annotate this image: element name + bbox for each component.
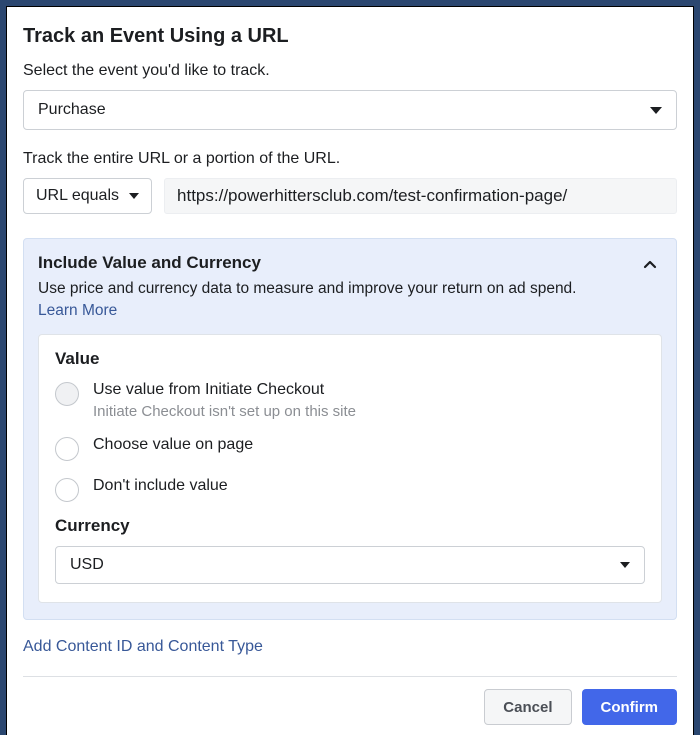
radio-icon [55, 382, 79, 406]
event-select-label: Select the event you'd like to track. [23, 62, 677, 80]
chevron-up-icon [642, 257, 658, 273]
radio-icon [55, 478, 79, 502]
panel-description: Use price and currency data to measure a… [38, 279, 642, 300]
url-match-value: URL equals [36, 187, 119, 205]
track-event-modal: Track an Event Using a URL Select the ev… [6, 6, 694, 735]
currency-value: USD [70, 556, 104, 574]
modal-footer: Cancel Confirm [23, 676, 677, 735]
currency-select[interactable]: USD [55, 546, 645, 584]
cancel-button[interactable]: Cancel [484, 689, 571, 725]
currency-label: Currency [55, 516, 645, 536]
panel-title: Include Value and Currency [38, 253, 642, 273]
option-label: Use value from Initiate Checkout [93, 381, 356, 399]
url-input[interactable] [164, 178, 677, 214]
option-label: Choose value on page [93, 436, 253, 454]
event-select[interactable]: Purchase [23, 90, 677, 130]
panel-body: Value Use value from Initiate Checkout I… [38, 334, 662, 603]
value-option-choose-on-page[interactable]: Choose value on page [55, 436, 645, 461]
modal-title: Track an Event Using a URL [23, 25, 677, 48]
value-option-initiate-checkout: Use value from Initiate Checkout Initiat… [55, 381, 645, 420]
url-section-label: Track the entire URL or a portion of the… [23, 150, 677, 168]
chevron-down-icon [620, 562, 630, 568]
confirm-button[interactable]: Confirm [582, 689, 678, 725]
panel-header[interactable]: Include Value and Currency Use price and… [38, 253, 662, 320]
add-content-link[interactable]: Add Content ID and Content Type [23, 638, 677, 656]
radio-icon [55, 437, 79, 461]
value-currency-panel: Include Value and Currency Use price and… [23, 238, 677, 620]
learn-more-link[interactable]: Learn More [38, 302, 117, 320]
url-match-select[interactable]: URL equals [23, 178, 152, 214]
value-label: Value [55, 349, 645, 369]
option-label: Don't include value [93, 477, 228, 495]
chevron-down-icon [129, 193, 139, 199]
option-hint: Initiate Checkout isn't set up on this s… [93, 403, 356, 420]
chevron-down-icon [650, 107, 662, 114]
event-select-value: Purchase [38, 101, 106, 119]
value-option-dont-include[interactable]: Don't include value [55, 477, 645, 502]
